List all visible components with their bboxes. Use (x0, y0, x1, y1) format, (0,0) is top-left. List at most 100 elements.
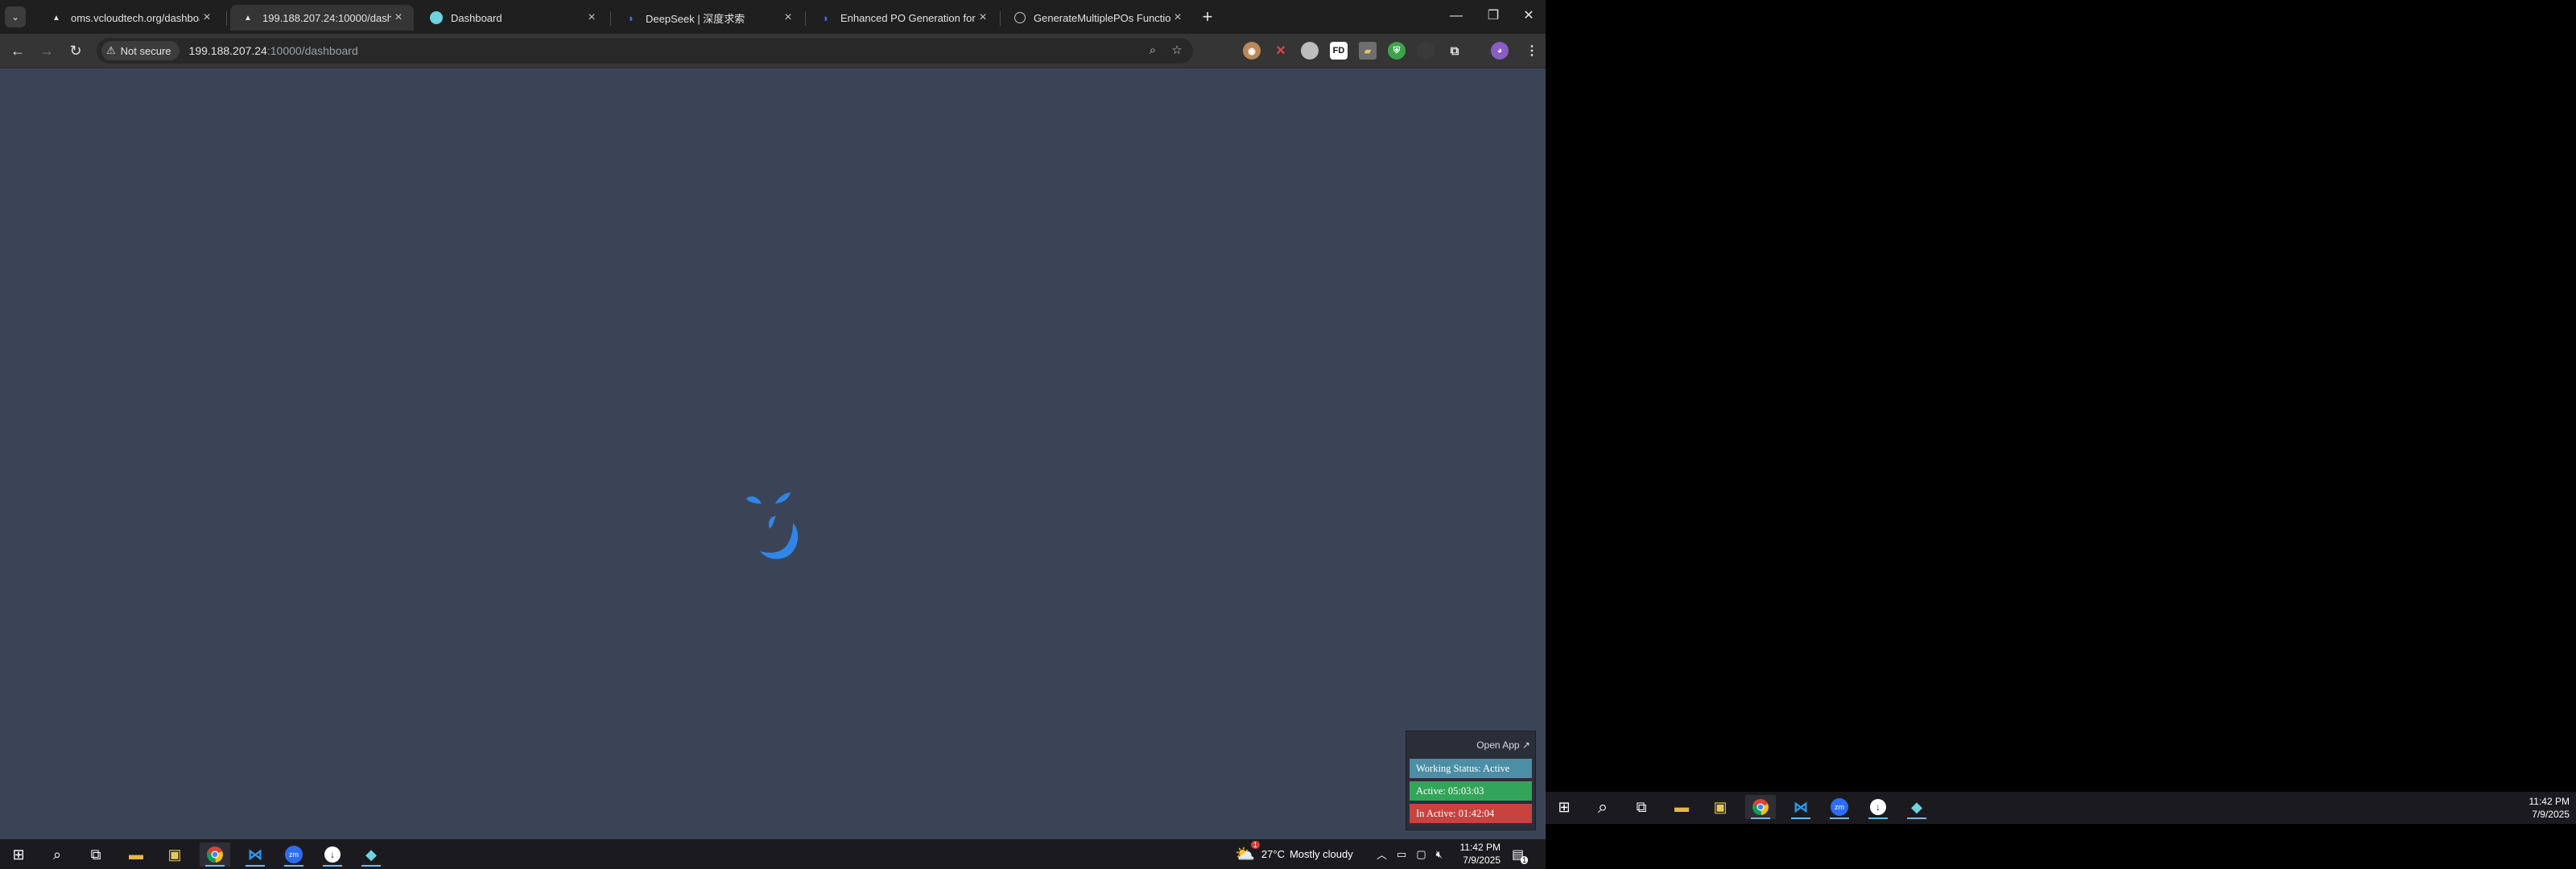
extension-image-icon[interactable]: ▰ (1359, 42, 1377, 60)
notification-center-button[interactable]: ▤ 1 (1512, 839, 1529, 869)
minimize-button[interactable]: — (1438, 5, 1475, 27)
loader-eye-left (746, 496, 762, 504)
arrow-left-icon: ← (10, 43, 25, 59)
site-info-chip[interactable]: ⚠ Not secure (101, 41, 180, 60)
zoom-app-icon: zm (1831, 798, 1848, 816)
working-status-bar: Working Status: Active (1410, 759, 1532, 778)
profile-avatar[interactable]: ◕ (1491, 42, 1509, 60)
windows-logo-icon: ⊞ (12, 846, 25, 863)
store-button[interactable]: ▣ (159, 842, 190, 867)
tab-dashboard-ip[interactable]: ▲ 199.188.207.24:10000/dashboard × (230, 5, 414, 31)
close-icon[interactable]: × (391, 10, 406, 25)
open-app-link[interactable]: Open App ↗ (1476, 739, 1530, 751)
address-bar[interactable]: ⚠ Not secure 199.188.207.24:10000/dashbo… (97, 38, 1193, 64)
tab-enhanced-po[interactable]: ◗ Enhanced PO Generation for M × (808, 5, 998, 31)
search-button[interactable]: ⌕ (42, 842, 72, 867)
primary-monitor: ⌄ ▲ oms.vcloudtech.org/dashboard × ▲ 199… (0, 0, 1546, 869)
taskbar-clock[interactable]: 11:42 PM 7/9/2025 (1452, 841, 1501, 867)
windows-start-button[interactable]: ⊞ (3, 842, 34, 867)
app-taskbar-button[interactable]: ↓ (1863, 795, 1893, 819)
close-icon[interactable]: × (1170, 10, 1185, 25)
tracker-taskbar-button[interactable]: ◆ (356, 842, 386, 867)
store-button[interactable]: ▣ (1705, 795, 1736, 819)
file-explorer-button[interactable]: ▬ (1666, 795, 1697, 819)
loader-smile (760, 523, 799, 559)
reload-button[interactable]: ↻ (64, 39, 87, 62)
tab-generate-pos[interactable]: GenerateMultiplePOs Function × (1003, 5, 1193, 31)
forward-button[interactable]: → (35, 39, 58, 62)
tracker-taskbar-button[interactable]: ◆ (1901, 795, 1932, 819)
zoom-taskbar-button[interactable]: zm (1824, 795, 1855, 819)
extension-circle-icon[interactable] (1301, 42, 1319, 60)
clock-date: 7/9/2025 (1463, 855, 1501, 866)
loader-dot (768, 516, 776, 529)
new-tab-button[interactable]: + (1196, 6, 1219, 29)
close-icon[interactable]: × (584, 10, 599, 25)
globe-icon (1014, 12, 1026, 23)
secondary-clock[interactable]: 11:42 PM 7/9/2025 (2512, 795, 2570, 821)
task-view-button[interactable]: ⧉ (1626, 795, 1657, 819)
store-bag-icon: ▣ (1713, 798, 1728, 815)
close-icon[interactable]: × (781, 10, 795, 25)
app-taskbar-button[interactable]: ↓ (317, 842, 348, 867)
chrome-icon (1752, 799, 1769, 816)
deepseek-whale-icon: ◗ (823, 11, 829, 24)
tab-dashboard[interactable]: Dashboard × (419, 5, 607, 31)
tracker-app-icon: ◆ (1911, 798, 1922, 815)
tab-oms[interactable]: ▲ oms.vcloudtech.org/dashboard × (39, 5, 222, 31)
app-logo-icon (430, 11, 443, 24)
chevron-up-icon[interactable]: ︿ (1377, 846, 1387, 862)
chrome-taskbar-button[interactable] (200, 842, 230, 867)
reload-icon: ↻ (69, 43, 82, 59)
vscode-taskbar-button[interactable]: ⋈ (1785, 795, 1816, 819)
secondary-taskbar: ⊞ ⌕ ⧉ ▬ ▣ ⋈ zm ↓ ◆ 11:42 PM 7/9/2025 (1546, 792, 2576, 824)
close-icon[interactable]: × (200, 10, 214, 25)
extension-fd-icon[interactable]: FD (1330, 42, 1348, 60)
url-host: 199.188.207.24 (188, 44, 267, 57)
task-view-icon: ⧉ (1636, 798, 1647, 815)
close-icon: ✕ (1523, 9, 1534, 23)
warning-icon: ⚠ (106, 44, 116, 56)
extension-shield-icon[interactable]: ⛨ (1388, 42, 1406, 60)
extension-avatar-icon[interactable]: ◉ (1243, 42, 1261, 60)
weather-widget[interactable]: ⛅ 1 27°C Mostly cloudy (1235, 839, 1353, 869)
extension-dark-icon[interactable] (1417, 42, 1435, 60)
search-button[interactable]: ⌕ (1587, 795, 1618, 819)
device-icon[interactable]: ▭ (1397, 848, 1406, 861)
zoom-icon[interactable]: ⌕ (1143, 41, 1162, 60)
tab-deepseek[interactable]: ◗ DeepSeek | 深度求索 × (613, 5, 803, 31)
tab-title: oms.vcloudtech.org/dashboard (71, 11, 200, 24)
folder-icon: ▬ (1674, 798, 1689, 815)
app-circle-icon: ↓ (1870, 799, 1886, 815)
speaker-muted-icon[interactable]: 🔇︎ (1436, 848, 1443, 861)
file-explorer-button[interactable]: ▬ (121, 842, 151, 867)
extension-x-icon[interactable]: ✕ (1272, 42, 1290, 60)
tab-search-button[interactable]: ⌄ (5, 6, 26, 27)
weather-desc: Mostly cloudy (1289, 848, 1353, 860)
weather-temp: 27°C (1261, 848, 1285, 860)
bookmark-star-icon[interactable]: ☆ (1167, 41, 1187, 60)
zoom-taskbar-button[interactable]: zm (279, 842, 309, 867)
menu-kebab-icon[interactable]: ⋮ (1523, 42, 1541, 60)
plus-icon: + (1202, 6, 1213, 27)
restore-icon: ❐ (1487, 9, 1500, 23)
chrome-icon (207, 846, 223, 863)
tab-divider (805, 11, 806, 26)
url-path: :10000/dashboard (266, 44, 358, 57)
extensions-puzzle-icon[interactable]: ⧉ (1446, 42, 1463, 60)
tab-divider (226, 11, 227, 26)
clock-time: 11:42 PM (1459, 842, 1501, 853)
network-icon[interactable]: ▢ (1416, 848, 1426, 861)
close-icon[interactable]: × (976, 10, 990, 25)
tab-title: Dashboard (451, 11, 502, 24)
tab-strip: ⌄ ▲ oms.vcloudtech.org/dashboard × ▲ 199… (0, 0, 1546, 34)
vscode-icon: ⋈ (248, 846, 262, 863)
windows-start-button[interactable]: ⊞ (1549, 795, 1579, 819)
vscode-taskbar-button[interactable]: ⋈ (240, 842, 270, 867)
chrome-taskbar-button[interactable] (1745, 795, 1776, 819)
restore-button[interactable]: ❐ (1475, 5, 1512, 27)
back-button[interactable]: ← (6, 39, 29, 62)
minimize-icon: — (1450, 9, 1463, 23)
close-window-button[interactable]: ✕ (1510, 5, 1547, 27)
task-view-button[interactable]: ⧉ (80, 842, 111, 867)
